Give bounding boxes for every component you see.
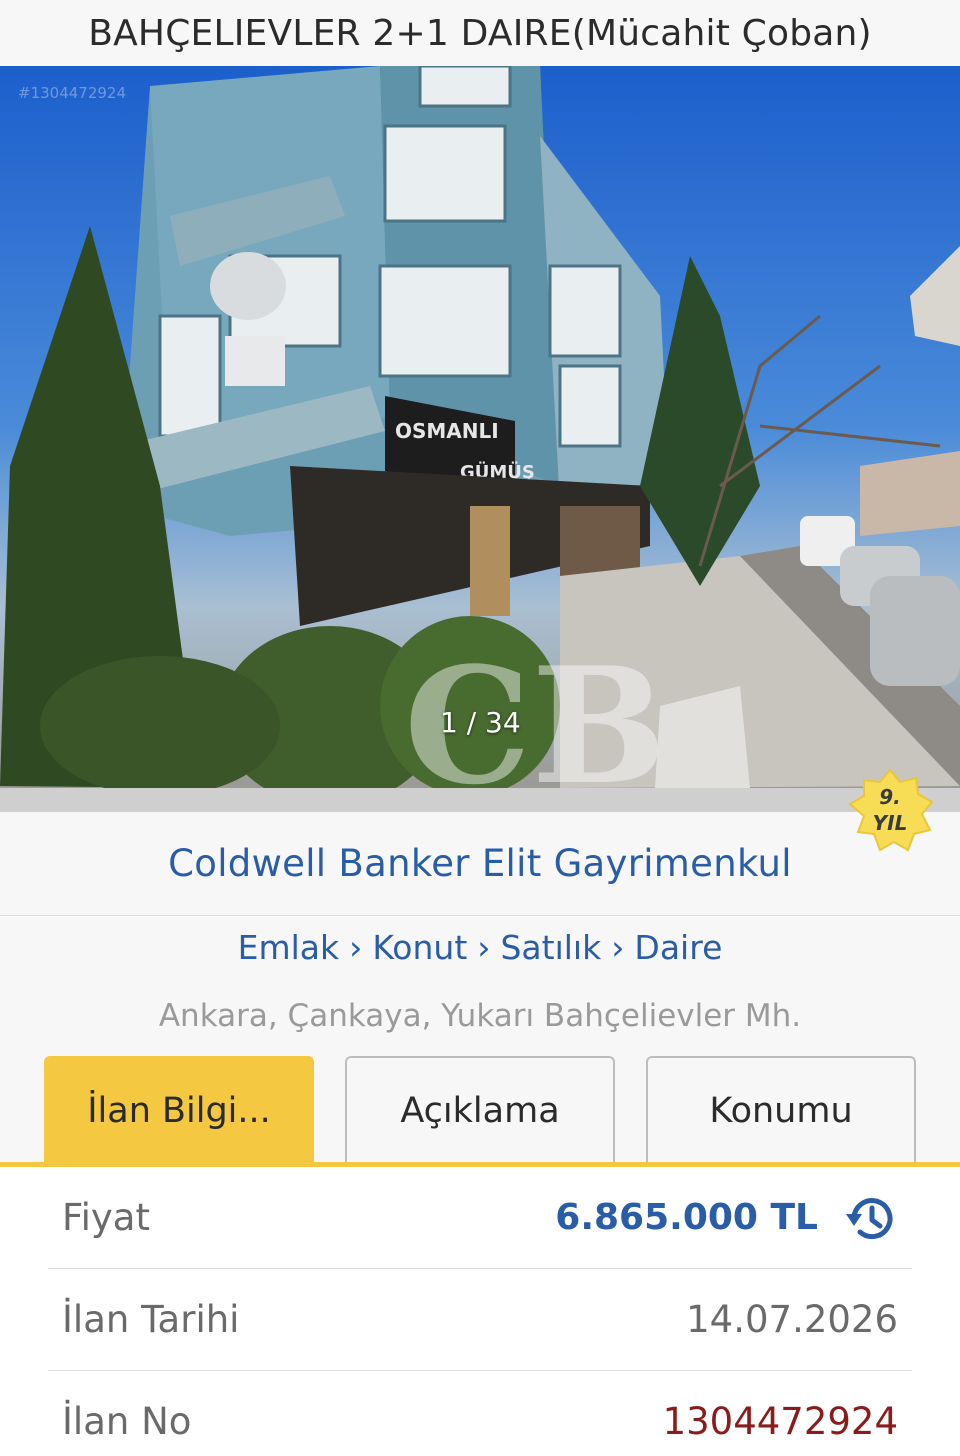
- membership-years-badge: 9. YIL: [846, 768, 934, 852]
- price-value: 6.865.000 TL: [555, 1197, 818, 1238]
- tab-ilan-bilgileri[interactable]: İlan Bilgi...: [44, 1056, 314, 1164]
- listing-title-text: BAHÇELIEVLER 2+1 DAIRE(Mücahit Çoban): [88, 12, 872, 54]
- listing-title: BAHÇELIEVLER 2+1 DAIRE(Mücahit Çoban): [0, 0, 960, 66]
- breadcrumb-separator: ›: [611, 928, 625, 967]
- listing-tabs: İlan Bilgi... Açıklama Konumu: [44, 1056, 916, 1164]
- ad-no-label: İlan No: [62, 1400, 192, 1443]
- agency-name-link[interactable]: Coldwell Banker Elit Gayrimenkul: [168, 842, 792, 885]
- price-label: Fiyat: [62, 1196, 150, 1239]
- date-label: İlan Tarihi: [62, 1298, 240, 1341]
- date-value: 14.07.2026: [686, 1298, 898, 1341]
- listing-photo-gallery[interactable]: OSMANLI GÜMÜŞ #1304472924 CB 1 / 34: [0, 66, 960, 788]
- badge-years-label: YIL: [872, 811, 908, 835]
- badge-years-number: 9.: [879, 785, 901, 809]
- tab-konumu[interactable]: Konumu: [646, 1056, 916, 1164]
- gallery-divider: [0, 788, 960, 812]
- ad-no-value: 1304472924: [662, 1400, 898, 1443]
- photo-counter: 1 / 34: [440, 706, 521, 739]
- detail-row-price: Fiyat 6.865.000 TL: [48, 1167, 912, 1269]
- breadcrumb-item-satilik[interactable]: Satılık: [500, 928, 601, 967]
- breadcrumb: Emlak › Konut › Satılık › Daire: [0, 928, 960, 967]
- listing-location: Ankara, Çankaya, Yukarı Bahçelievler Mh.: [158, 998, 802, 1034]
- listing-details: Fiyat 6.865.000 TL İlan Tarihi 14.07.202…: [48, 1167, 912, 1456]
- detail-row-date: İlan Tarihi 14.07.2026: [48, 1269, 912, 1371]
- price-history-icon[interactable]: [842, 1190, 898, 1246]
- breadcrumb-item-daire[interactable]: Daire: [634, 928, 722, 967]
- breadcrumb-separator: ›: [477, 928, 491, 967]
- shop-sign-text: OSMANLI: [395, 419, 499, 443]
- breadcrumb-separator: ›: [349, 928, 363, 967]
- breadcrumb-item-konut[interactable]: Konut: [372, 928, 467, 967]
- tab-aciklama[interactable]: Açıklama: [345, 1056, 615, 1164]
- detail-row-ad-no: İlan No 1304472924: [48, 1371, 912, 1456]
- agency-section: Coldwell Banker Elit Gayrimenkul: [0, 812, 960, 916]
- breadcrumb-item-emlak[interactable]: Emlak: [238, 928, 340, 967]
- photo-watermark-id: #1304472924: [18, 84, 127, 102]
